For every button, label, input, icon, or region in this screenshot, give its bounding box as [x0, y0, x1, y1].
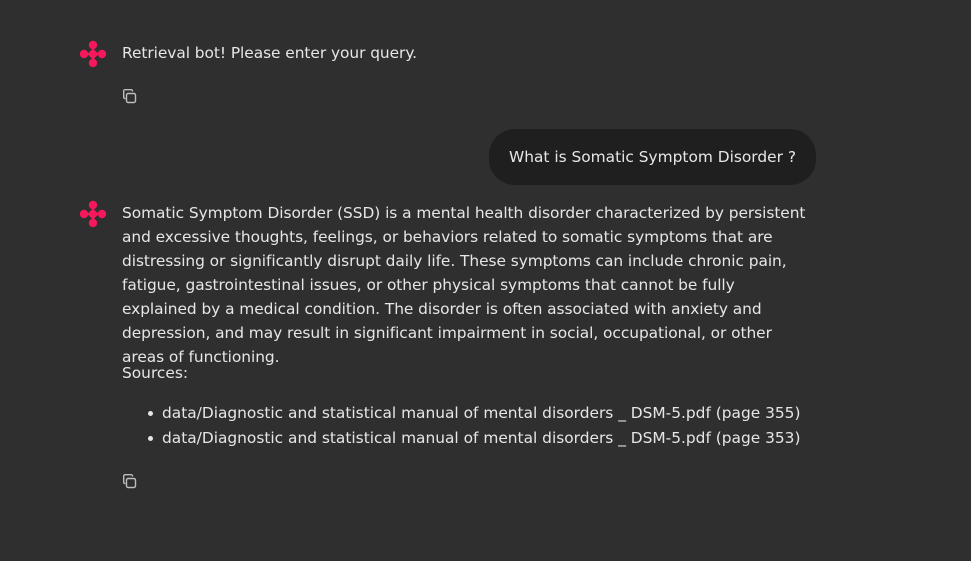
sources-list: data/Diagnostic and statistical manual o… [122, 401, 800, 451]
chat-thread: Retrieval bot! Please enter your query. … [0, 0, 971, 561]
copy-icon[interactable] [121, 473, 139, 491]
user-message-text: What is Somatic Symptom Disorder ? [508, 148, 796, 166]
sources-label: Sources: [122, 364, 189, 382]
bot-greeting-text: Retrieval bot! Please enter your query. [122, 44, 418, 62]
user-message-bubble: What is Somatic Symptom Disorder ? [488, 129, 816, 185]
bot-answer-text: Somatic Symptom Disorder (SSD) is a ment… [122, 204, 806, 366]
bot-avatar-icon [79, 40, 107, 68]
copy-icon[interactable] [121, 88, 139, 106]
source-item: data/Diagnostic and statistical manual o… [122, 401, 800, 426]
bot-avatar-icon [79, 200, 107, 228]
source-item: data/Diagnostic and statistical manual o… [122, 426, 800, 451]
